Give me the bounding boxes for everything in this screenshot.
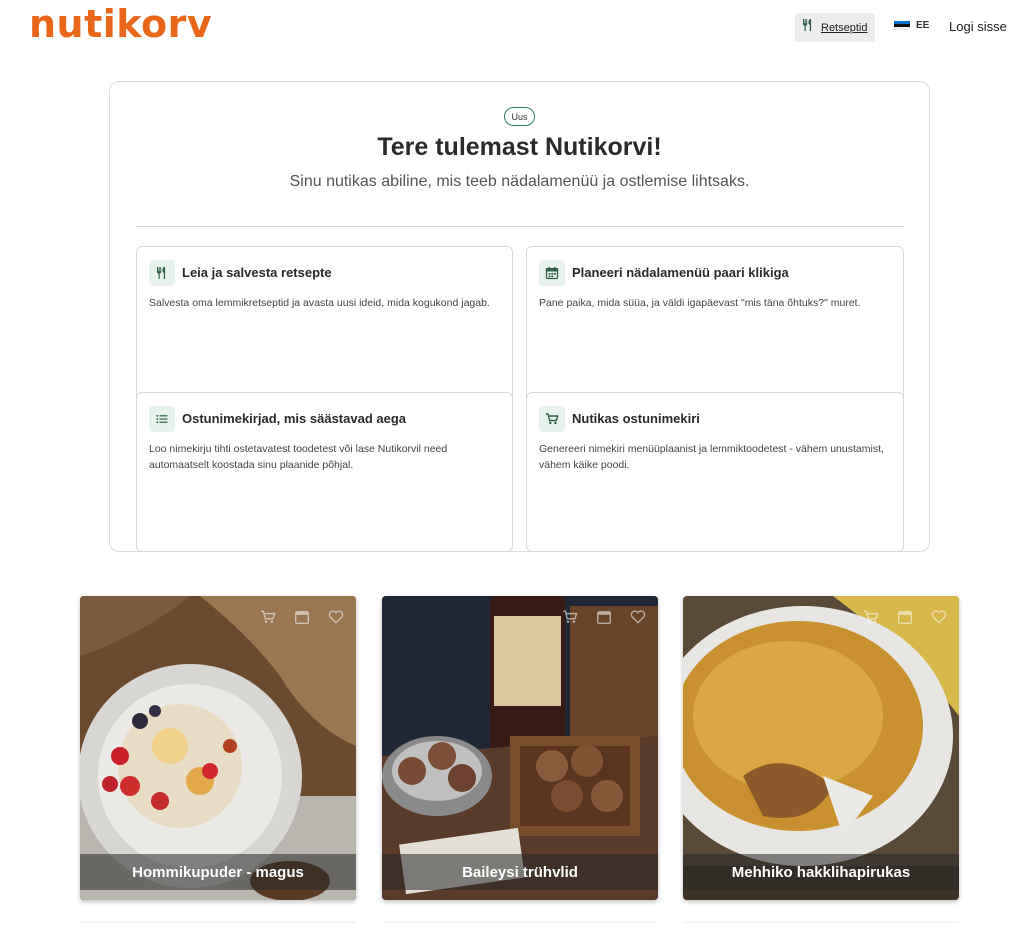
feature-card-recipes: Leia ja salvesta retsepte Salvesta oma l… — [136, 246, 513, 406]
add-to-plan-icon[interactable] — [897, 609, 913, 625]
page-subtitle: Sinu nutikas abiline, mis teeb nädalamen… — [289, 173, 750, 190]
feature-title: Nutikas ostunimekiri — [572, 411, 700, 426]
card-actions — [863, 609, 947, 625]
favorite-heart-icon[interactable] — [931, 609, 947, 625]
feature-description: Pane paika, mida süüa, ja väldi igapäeva… — [539, 297, 861, 309]
recipe-card[interactable]: Hommikupuder - magus — [80, 596, 356, 900]
nav-recipes-link[interactable]: Retseptid — [795, 13, 875, 42]
feature-title: Leia ja salvesta retsepte — [182, 265, 332, 280]
feature-card-lists: Ostunimekirjad, mis säästavad aega Loo n… — [136, 392, 513, 552]
feature-description: Genereeri nimekiri menüüplaanist ja lemm… — [539, 443, 884, 471]
divider — [136, 226, 904, 227]
feature-title: Ostunimekirjad, mis säästavad aega — [182, 411, 406, 426]
card-actions — [562, 609, 646, 625]
recipe-title: Baileysi trühvlid — [382, 854, 658, 890]
top-bar: nutikorv Retseptid EE Logi sisse — [0, 0, 1033, 56]
card-actions — [260, 609, 344, 625]
feature-title: Planeeri nädalamenüü paari klikiga — [572, 265, 789, 280]
list-icon — [149, 406, 175, 432]
utensils-icon — [149, 260, 175, 286]
estonia-flag-icon — [894, 20, 910, 31]
utensils-icon — [801, 18, 815, 37]
recipe-card[interactable]: Mehhiko hakklihapirukas — [683, 596, 959, 900]
feature-description: Salvesta oma lemmikretseptid ja avasta u… — [149, 297, 490, 309]
add-to-plan-icon[interactable] — [294, 609, 310, 625]
nav-recipes-label: Retseptid — [821, 21, 868, 34]
recipe-title: Hommikupuder - magus — [80, 854, 356, 890]
favorite-heart-icon[interactable] — [630, 609, 646, 625]
language-selector[interactable]: EE — [894, 20, 929, 31]
login-link[interactable]: Logi sisse — [949, 19, 1007, 34]
calendar-icon — [539, 260, 565, 286]
add-to-cart-icon[interactable] — [260, 609, 276, 625]
feature-card-planner: Planeeri nädalamenüü paari klikiga Pane … — [526, 246, 904, 406]
logo[interactable]: nutikorv — [29, 2, 212, 46]
add-to-cart-icon[interactable] — [863, 609, 879, 625]
favorite-heart-icon[interactable] — [328, 609, 344, 625]
new-badge: Uus — [504, 107, 535, 126]
page-title: Tere tulemast Nutikorvi! — [377, 133, 662, 161]
add-to-cart-icon[interactable] — [562, 609, 578, 625]
recipe-title: Mehhiko hakklihapirukas — [683, 854, 959, 890]
add-to-plan-icon[interactable] — [596, 609, 612, 625]
cart-icon — [539, 406, 565, 432]
recipe-card[interactable]: Baileysi trühvlid — [382, 596, 658, 900]
feature-card-smart-list: Nutikas ostunimekiri Genereeri nimekiri … — [526, 392, 904, 552]
feature-description: Loo nimekirju tihti ostetavatest toodete… — [149, 443, 448, 471]
language-code: EE — [916, 20, 930, 31]
